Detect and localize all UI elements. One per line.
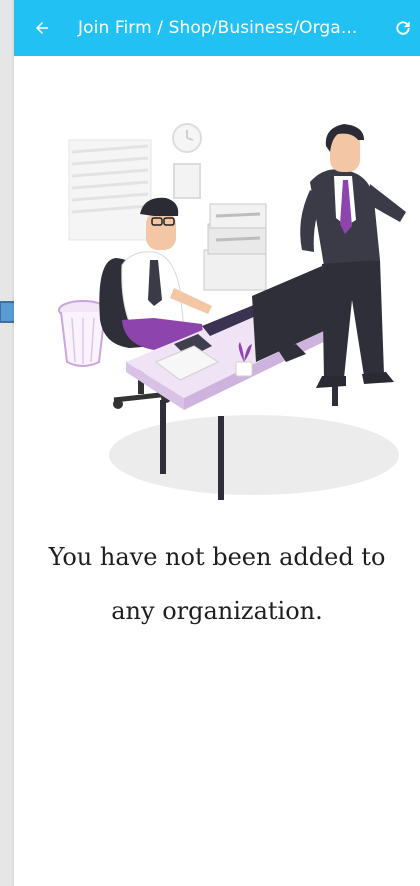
empty-state-line-2: any organization.: [111, 597, 323, 625]
standing-man: [300, 124, 406, 388]
empty-state-message: You have not been added to any organizat…: [14, 530, 420, 638]
empty-state-line-1: You have not been added to: [48, 543, 386, 571]
page-title: Join Firm / Shop/Business/Orga...: [78, 18, 358, 38]
office-workers-illustration: [58, 123, 406, 500]
app-bar: Join Firm / Shop/Business/Orga...: [14, 0, 420, 56]
phone-screen: Join Firm / Shop/Business/Orga... You ha…: [14, 0, 420, 886]
refresh-icon: [396, 21, 410, 35]
arrow-left-icon: [36, 22, 48, 34]
back-button[interactable]: [22, 0, 62, 56]
left-edge-strip: [0, 0, 14, 886]
picture-frame: [173, 163, 201, 199]
window-blinds: [68, 139, 152, 241]
refresh-button[interactable]: [386, 0, 420, 56]
file-boxes: [203, 203, 267, 291]
